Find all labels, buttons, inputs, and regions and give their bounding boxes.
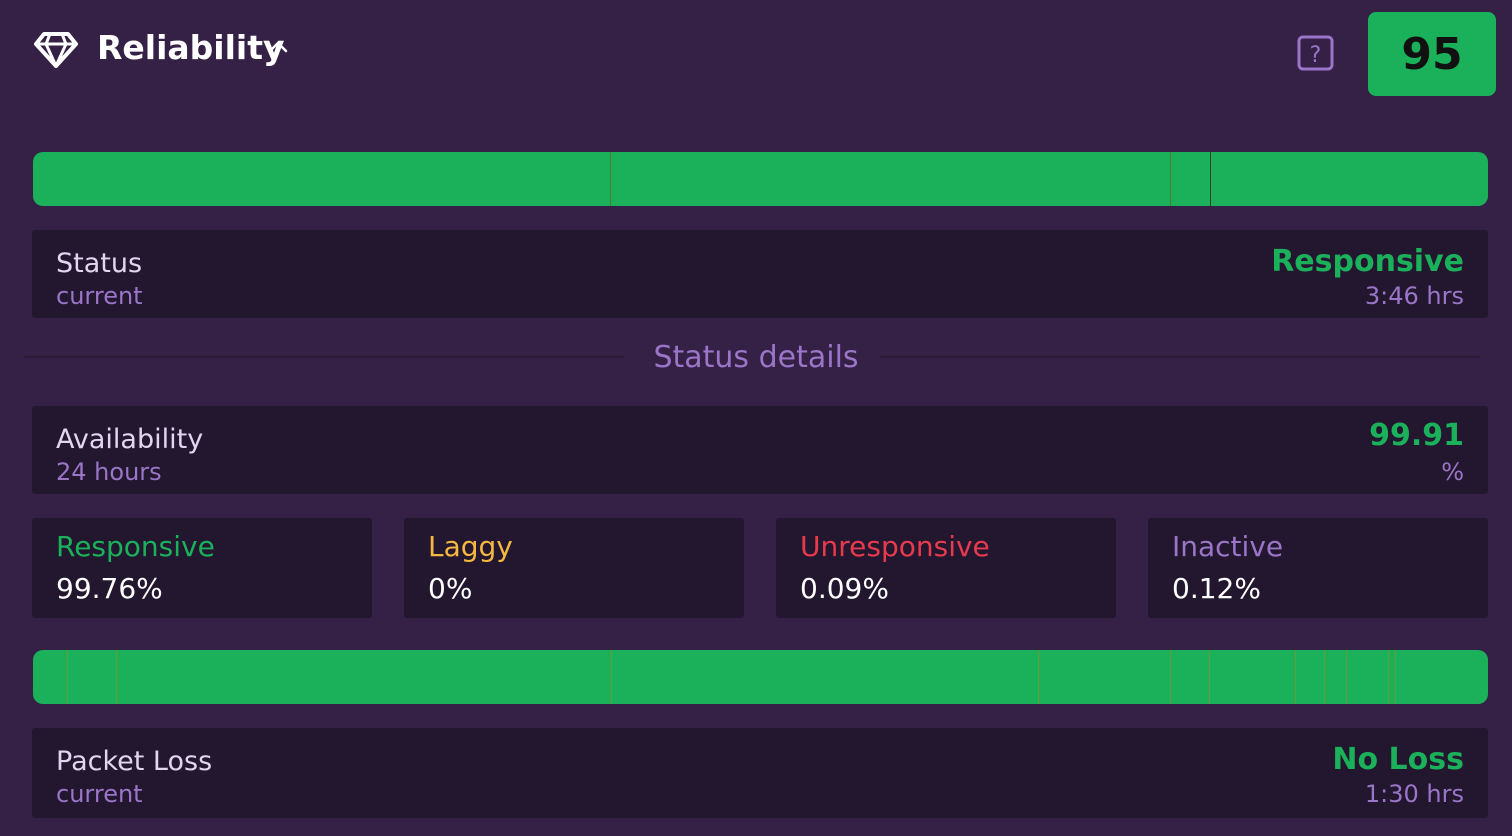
timeline-marker: [611, 650, 612, 704]
timeline-marker: [116, 650, 117, 704]
timeline-marker: [1170, 152, 1171, 206]
score-badge: 95: [1368, 12, 1496, 96]
laggy-label: Laggy: [428, 530, 513, 563]
timeline-marker: [1388, 650, 1389, 704]
packet-loss-label: Packet Loss: [56, 746, 213, 777]
packet-loss-sublabel: current: [56, 780, 143, 808]
timeline-marker: [1210, 152, 1211, 206]
packet-loss-duration: 1:30 hrs: [1364, 780, 1464, 808]
status-panel: Status current Responsive 3:46 hrs: [32, 230, 1488, 318]
timeline-marker: [1170, 650, 1171, 704]
status-value: Responsive: [1271, 244, 1464, 279]
timeline-marker: [1395, 650, 1396, 704]
status-label: Status: [56, 248, 143, 279]
packet-loss-panel: Packet Loss current No Loss 1:30 hrs: [32, 728, 1488, 818]
svg-text:?: ?: [1310, 43, 1322, 68]
timeline-marker: [1324, 650, 1325, 704]
status-duration: 3:46 hrs: [1364, 282, 1464, 310]
status-sublabel: current: [56, 282, 143, 310]
laggy-card: Laggy 0%: [404, 518, 744, 618]
packet-loss-value: No Loss: [1332, 742, 1464, 777]
timeline-marker: [610, 152, 611, 206]
availability-value: 99.91: [1369, 418, 1464, 453]
availability-label: Availability: [56, 424, 204, 455]
status-timeline-bar: [33, 152, 1488, 206]
section-title: Reliability: [97, 28, 285, 67]
status-details-heading: Status details: [0, 340, 1512, 375]
help-icon[interactable]: ?: [1297, 35, 1335, 71]
timeline-marker: [1346, 650, 1347, 704]
availability-panel: Availability 24 hours 99.91 %: [32, 406, 1488, 494]
chevron-up-icon[interactable]: [266, 38, 290, 54]
inactive-label: Inactive: [1172, 530, 1284, 563]
unresponsive-card: Unresponsive 0.09%: [776, 518, 1116, 618]
availability-unit: %: [1441, 458, 1464, 486]
availability-sublabel: 24 hours: [56, 458, 162, 486]
timeline-marker: [1038, 650, 1039, 704]
timeline-marker: [67, 650, 68, 704]
timeline-marker: [1295, 650, 1296, 704]
timeline-marker: [1209, 650, 1210, 704]
laggy-value: 0%: [428, 572, 473, 605]
responsive-card: Responsive 99.76%: [32, 518, 372, 618]
responsive-value: 99.76%: [56, 572, 163, 605]
diamond-icon: [34, 32, 78, 68]
responsive-label: Responsive: [56, 530, 215, 563]
packet-loss-timeline-bar: [33, 650, 1488, 704]
unresponsive-value: 0.09%: [800, 572, 889, 605]
inactive-value: 0.12%: [1172, 572, 1261, 605]
unresponsive-label: Unresponsive: [800, 530, 990, 563]
inactive-card: Inactive 0.12%: [1148, 518, 1488, 618]
